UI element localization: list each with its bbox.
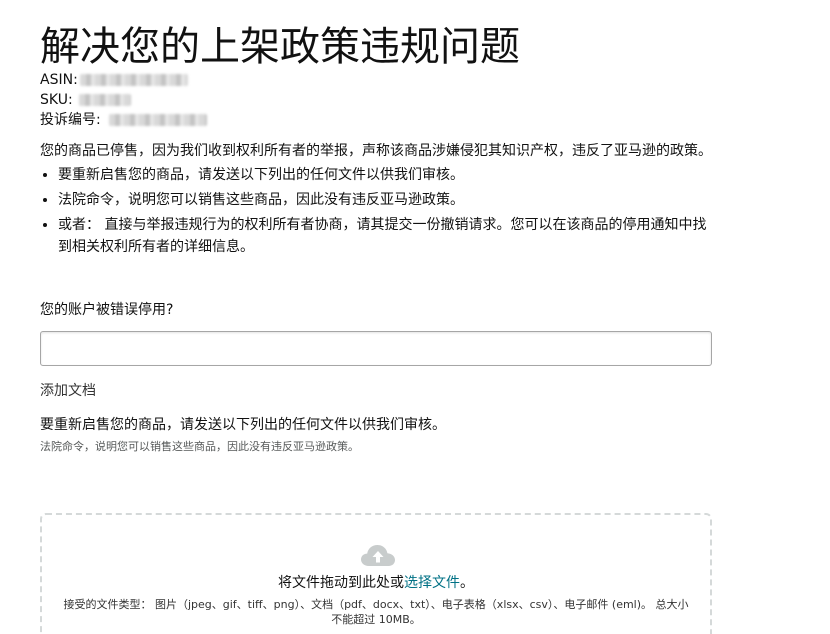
asin-redacted-value	[79, 74, 188, 86]
file-dropzone[interactable]: 将文件拖动到此处或选择文件。 接受的文件类型： 图片（jpeg、gif、tiff…	[40, 513, 712, 634]
documents-note: 法院命令，说明您可以销售这些商品，因此没有违反亚马逊政策。	[40, 440, 359, 453]
page-title: 解决您的上架政策违规问题	[40, 24, 520, 70]
question-input[interactable]	[40, 331, 712, 366]
complaint-label: 投诉编号:	[40, 112, 101, 128]
complaint-redacted-value	[108, 114, 207, 126]
sku-label: SKU:	[40, 92, 73, 108]
asin-line: ASIN:	[40, 70, 712, 90]
list-item: 法院命令，说明您可以销售这些商品，因此没有违反亚马逊政策。	[58, 189, 712, 211]
dropzone-text-before: 将文件拖动到此处或	[278, 575, 404, 591]
accepted-file-types: 接受的文件类型： 图片（jpeg、gif、tiff、png）、文档（pdf、do…	[63, 598, 689, 626]
sku-line: SKU:	[40, 90, 712, 110]
question-label: 您的账户被错误停用?	[40, 302, 174, 318]
complaint-line: 投诉编号:	[40, 110, 712, 130]
page-content: 解决您的上架政策违规问题 ASIN: SKU: 投诉编号: 您的商品已停售，因为…	[40, 0, 712, 455]
asin-label: ASIN:	[40, 72, 78, 88]
list-item: 要重新启售您的商品，请发送以下列出的任何文件以供我们审核。	[58, 164, 712, 186]
sku-redacted-value	[78, 94, 131, 106]
documents-heading: 要重新启售您的商品，请发送以下列出的任何文件以供我们审核。	[40, 417, 446, 433]
list-item: 或者： 直接与举报违规行为的权利所有者协商，请其提交一份撤销请求。您可以在该商品…	[58, 214, 712, 258]
requirements-list: 要重新启售您的商品，请发送以下列出的任何文件以供我们审核。 法院命令，说明您可以…	[40, 164, 712, 258]
intro-text: 您的商品已停售，因为我们收到权利所有者的举报，声称该商品涉嫌侵犯其知识产权，违反…	[40, 143, 712, 159]
dropzone-text: 将文件拖动到此处或选择文件。	[42, 573, 710, 593]
add-documents-label: 添加文档	[40, 383, 96, 399]
cloud-upload-icon	[361, 545, 395, 566]
dropzone-text-after: 。	[460, 575, 474, 591]
choose-file-link[interactable]: 选择文件	[404, 575, 460, 591]
